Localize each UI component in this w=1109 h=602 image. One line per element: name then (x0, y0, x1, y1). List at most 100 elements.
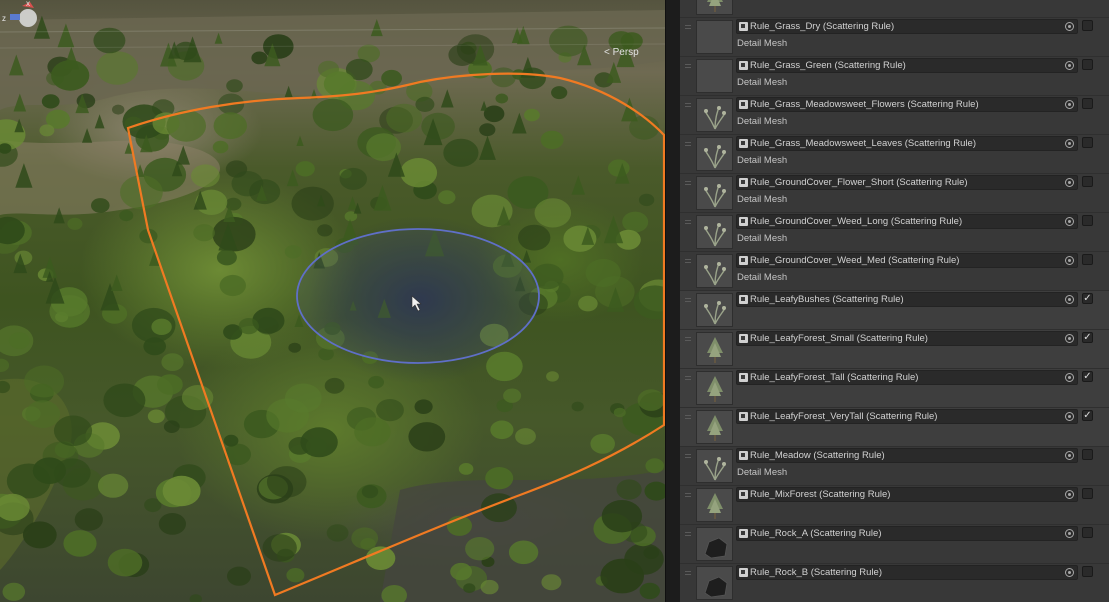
drag-handle-icon[interactable] (685, 453, 691, 459)
rule-row[interactable]: Rule_LeafyForest_Small (Scattering Rule)… (680, 329, 1109, 368)
rule-row[interactable]: Rule_GroundCover_Weed_Med (Scattering Ru… (680, 251, 1109, 290)
camera-mode-toggle[interactable]: < Persp (604, 47, 639, 58)
rule-object-field[interactable]: Rule_GroundCover_Weed_Long (Scattering R… (736, 214, 1078, 229)
tree-canopy (601, 500, 643, 533)
rule-row[interactable]: Rule_MixForest (Scattering Rule) (680, 485, 1109, 524)
rule-enabled-checkbox[interactable] (1082, 527, 1093, 538)
rule-object-field[interactable]: Rule_Grass_Green (Scattering Rule) (736, 58, 1078, 73)
rule-enabled-checkbox[interactable] (1082, 98, 1093, 109)
rule-enabled-checkbox[interactable]: ✓ (1082, 332, 1093, 343)
rule-object-field[interactable]: Rule_GroundCover_Flower_Short (Scatterin… (736, 175, 1078, 190)
orientation-gizmo[interactable]: z x (0, 0, 46, 40)
rule-type-label: Detail Mesh (737, 233, 788, 244)
tree-canopy (400, 158, 438, 188)
rule-object-field[interactable]: Rule_Grass_Dry (Scattering Rule) (736, 19, 1078, 34)
tree-canopy (524, 108, 540, 122)
rule-name: Rule_GroundCover_Weed_Long (Scattering R… (750, 216, 963, 227)
rule-enabled-checkbox[interactable]: ✓ (1082, 371, 1093, 382)
rule-object-field[interactable]: Rule_Grass_Meadowsweet_Leaves (Scatterin… (736, 136, 1078, 151)
drag-handle-icon[interactable] (685, 102, 691, 108)
rule-object-field[interactable]: Rule_GroundCover_Weed_Med (Scattering Ru… (736, 253, 1078, 268)
rule-row[interactable]: Rule_GroundCover_Weed_Long (Scattering R… (680, 212, 1109, 251)
rule-row[interactable]: Rule_LeafyForest_Tall (Scattering Rule) ✓ (680, 368, 1109, 407)
tree-canopy (480, 579, 499, 595)
tree-canopy (24, 365, 65, 398)
drag-handle-icon[interactable] (685, 414, 691, 420)
rule-enabled-checkbox[interactable] (1082, 566, 1093, 577)
rule-object-field[interactable]: Rule_MixForest (Scattering Rule) (736, 487, 1078, 502)
rule-enabled-checkbox[interactable] (1082, 176, 1093, 187)
rule-object-field[interactable]: Rule_LeafyForest_Small (Scattering Rule) (736, 331, 1078, 346)
rule-enabled-checkbox[interactable]: ✓ (1082, 293, 1093, 304)
rule-row[interactable]: Rule_Grass_Green (Scattering Rule) Detail… (680, 56, 1109, 95)
rule-object-field[interactable]: Rule_LeafyForest_Tall (Scattering Rule) (736, 370, 1078, 385)
rule-row[interactable]: Rule_Meadow (Scattering Rule) Detail Mesh (680, 446, 1109, 485)
rule-object-field[interactable]: Rule_Grass_Meadowsweet_Flowers (Scatteri… (736, 97, 1078, 112)
drag-handle-icon[interactable] (685, 531, 691, 537)
rule-row[interactable]: Rule_Grass_Dry (Scattering Rule) Detail M… (680, 17, 1109, 56)
z-axis-cone[interactable] (10, 14, 20, 20)
tree-canopy (643, 546, 660, 560)
tree-canopy (212, 140, 229, 154)
object-picker-icon[interactable] (1065, 295, 1074, 304)
rule-type-label: Detail Mesh (737, 116, 788, 127)
panel-splitter[interactable] (665, 0, 681, 602)
drag-handle-icon[interactable] (685, 24, 691, 30)
rule-enabled-checkbox[interactable] (1082, 449, 1093, 460)
object-picker-icon[interactable] (1065, 334, 1074, 343)
rule-object-field[interactable]: Rule_LeafyBushes (Scattering Rule) (736, 292, 1078, 307)
rule-row[interactable]: Rule_LeafyForest_VeryTall (Scattering Ru… (680, 407, 1109, 446)
rule-enabled-checkbox[interactable]: ✓ (1082, 410, 1093, 421)
conifer-tree (110, 274, 123, 292)
rule-object-field[interactable]: Rule_Meadow (Scattering Rule) (736, 448, 1078, 463)
object-picker-icon[interactable] (1065, 256, 1074, 265)
rule-row[interactable]: Rule_Rock_B (Scattering Rule) (680, 563, 1109, 602)
scriptable-object-icon (739, 412, 748, 421)
object-picker-icon[interactable] (1065, 568, 1074, 577)
object-picker-icon[interactable] (1065, 61, 1074, 70)
rule-enabled-checkbox[interactable] (1082, 137, 1093, 148)
rule-enabled-checkbox[interactable] (1082, 254, 1093, 265)
object-picker-icon[interactable] (1065, 412, 1074, 421)
rule-row[interactable]: Rule_GroundCover_Flower_Short (Scatterin… (680, 173, 1109, 212)
object-picker-icon[interactable] (1065, 100, 1074, 109)
drag-handle-icon[interactable] (685, 180, 691, 186)
drag-handle-icon[interactable] (685, 63, 691, 69)
rule-row[interactable]: Rule_Rock_A (Scattering Rule) (680, 524, 1109, 563)
object-picker-icon[interactable] (1065, 22, 1074, 31)
object-picker-icon[interactable] (1065, 373, 1074, 382)
drag-handle-icon[interactable] (685, 258, 691, 264)
object-picker-icon[interactable] (1065, 178, 1074, 187)
object-picker-icon[interactable] (1065, 451, 1074, 460)
rule-enabled-checkbox[interactable] (1082, 215, 1093, 226)
object-picker-icon[interactable] (1065, 490, 1074, 499)
scene-view[interactable]: z x < Persp (0, 0, 665, 602)
rule-object-field[interactable]: Rule_Rock_B (Scattering Rule) (736, 565, 1078, 580)
scriptable-object-icon (739, 22, 748, 31)
brush-circle (296, 228, 540, 364)
rule-row[interactable]: Rule_LeafyBushes (Scattering Rule) ✓ (680, 290, 1109, 329)
drag-handle-icon[interactable] (685, 570, 691, 576)
tree-canopy (324, 377, 345, 394)
rule-object-field[interactable]: Rule_LeafyForest_VeryTall (Scattering Ru… (736, 409, 1078, 424)
conifer-tree (94, 114, 105, 129)
rule-row[interactable]: Rule_ConiferForest_VeryTall (Scattering … (680, 0, 1109, 17)
object-picker-icon[interactable] (1065, 139, 1074, 148)
drag-handle-icon[interactable] (685, 219, 691, 225)
scriptable-object-icon (739, 334, 748, 343)
tree-canopy (147, 409, 165, 424)
rule-row[interactable]: Rule_Grass_Meadowsweet_Flowers (Scatteri… (680, 95, 1109, 134)
rule-enabled-checkbox[interactable] (1082, 488, 1093, 499)
drag-handle-icon[interactable] (685, 141, 691, 147)
drag-handle-icon[interactable] (685, 375, 691, 381)
object-picker-icon[interactable] (1065, 529, 1074, 538)
rule-object-field[interactable]: Rule_Rock_A (Scattering Rule) (736, 526, 1078, 541)
rule-row[interactable]: Rule_Grass_Meadowsweet_Leaves (Scatterin… (680, 134, 1109, 173)
drag-handle-icon[interactable] (685, 297, 691, 303)
tree-canopy (238, 318, 259, 335)
drag-handle-icon[interactable] (685, 492, 691, 498)
object-picker-icon[interactable] (1065, 217, 1074, 226)
rule-enabled-checkbox[interactable] (1082, 59, 1093, 70)
rule-enabled-checkbox[interactable] (1082, 20, 1093, 31)
drag-handle-icon[interactable] (685, 336, 691, 342)
